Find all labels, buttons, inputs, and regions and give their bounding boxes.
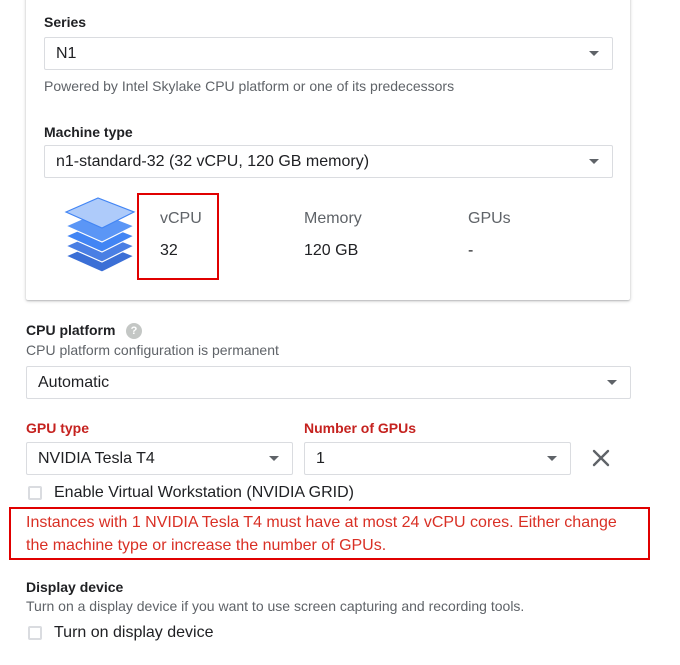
gpu-count-select[interactable]: 1 bbox=[304, 442, 571, 475]
machine-type-value: n1-standard-32 (32 vCPU, 120 GB memory) bbox=[56, 152, 370, 170]
memory-value: 120 GB bbox=[304, 242, 359, 259]
vcpu-highlight-box bbox=[137, 193, 219, 280]
chevron-down-icon bbox=[269, 456, 279, 461]
series-label: Series bbox=[44, 14, 87, 30]
series-value: N1 bbox=[56, 44, 77, 62]
display-device-label: Display device bbox=[26, 579, 124, 595]
display-device-checkbox-label: Turn on display device bbox=[54, 624, 214, 641]
virtual-workstation-label: Enable Virtual Workstation (NVIDIA GRID) bbox=[54, 484, 354, 501]
help-icon[interactable]: ? bbox=[126, 323, 142, 339]
gpus-value: - bbox=[468, 242, 474, 259]
machine-type-select[interactable]: n1-standard-32 (32 vCPU, 120 GB memory) bbox=[44, 145, 613, 178]
gpu-count-value: 1 bbox=[316, 449, 325, 467]
virtual-workstation-checkbox[interactable] bbox=[28, 486, 42, 500]
series-helper-text: Powered by Intel Skylake CPU platform or… bbox=[44, 78, 455, 94]
chevron-down-icon bbox=[547, 456, 557, 461]
cpu-platform-value: Automatic bbox=[38, 373, 110, 391]
machine-type-label: Machine type bbox=[44, 124, 133, 140]
cpu-platform-label: CPU platform bbox=[26, 322, 116, 338]
gpus-label: GPUs bbox=[468, 210, 511, 227]
gpu-type-select[interactable]: NVIDIA Tesla T4 bbox=[26, 442, 293, 475]
display-device-helper-text: Turn on a display device if you want to … bbox=[26, 598, 525, 614]
series-select[interactable]: N1 bbox=[44, 37, 613, 70]
cpu-platform-helper-text: CPU platform configuration is permanent bbox=[26, 342, 279, 358]
chevron-down-icon bbox=[589, 51, 599, 56]
memory-label: Memory bbox=[304, 210, 362, 227]
gpu-type-label: GPU type bbox=[26, 420, 90, 436]
gpu-type-value: NVIDIA Tesla T4 bbox=[38, 449, 155, 467]
chevron-down-icon bbox=[589, 159, 599, 164]
display-device-checkbox[interactable] bbox=[28, 626, 42, 640]
close-icon[interactable] bbox=[591, 448, 611, 468]
chevron-down-icon bbox=[607, 380, 617, 385]
error-highlight-box bbox=[9, 507, 650, 560]
gpu-count-label: Number of GPUs bbox=[304, 420, 417, 436]
cpu-stack-icon bbox=[64, 197, 136, 273]
cpu-platform-select[interactable]: Automatic bbox=[26, 366, 631, 399]
